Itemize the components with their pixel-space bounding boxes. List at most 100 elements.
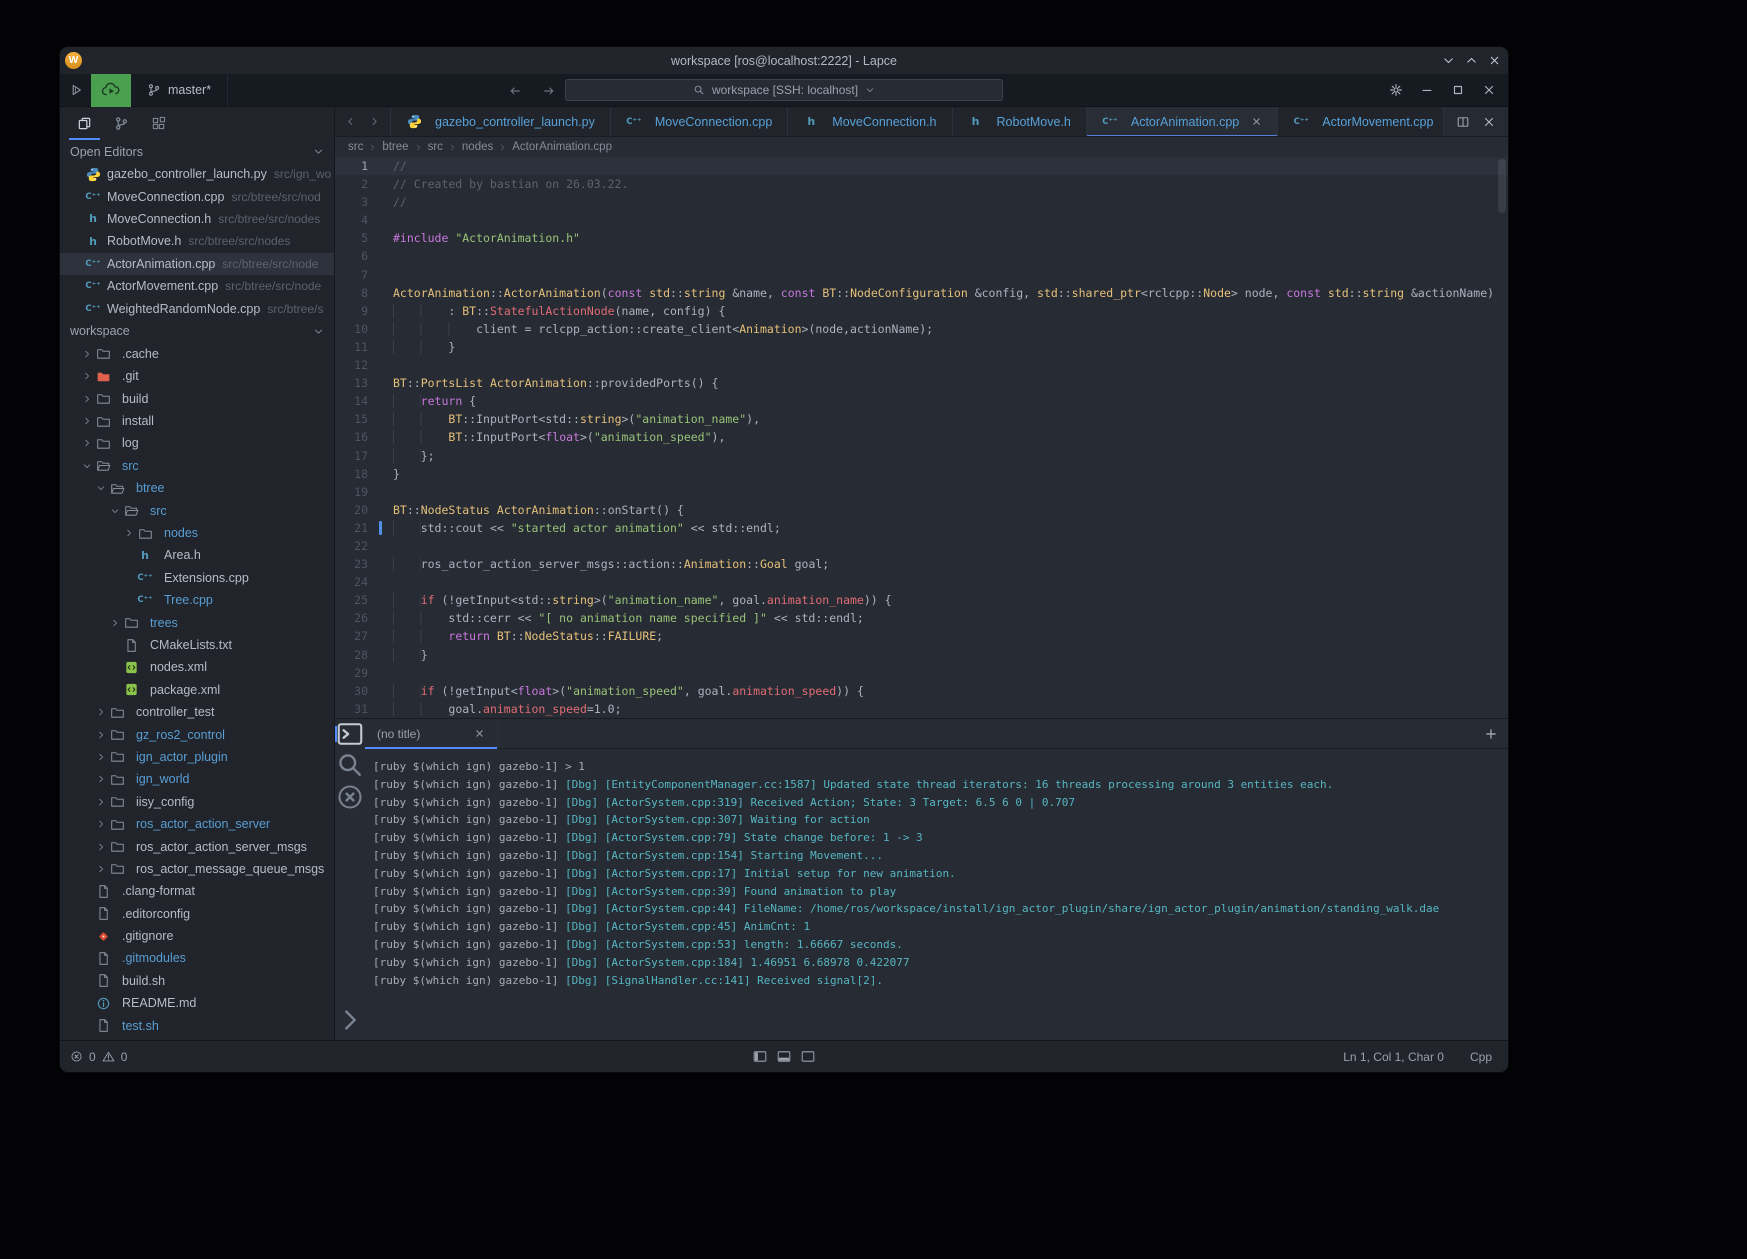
editor-tab[interactable]: hRobotMove.h [952,107,1086,136]
activity-files-icon[interactable] [66,107,103,140]
chevron-right-icon[interactable] [82,416,95,426]
run-icon[interactable] [60,74,91,107]
chevron-right-icon[interactable] [96,730,109,740]
open-editor-item[interactable]: hRobotMove.hsrc/btree/src/nodes [60,230,334,252]
open-editor-item[interactable]: C⁺⁺ActorMovement.cppsrc/btree/src/node [60,275,334,297]
tree-item[interactable]: controller_test [60,701,334,723]
titlebar[interactable]: W workspace [ros@localhost:2222] - Lapce [60,47,1508,74]
tree-item[interactable]: .git [60,365,334,387]
tree-item[interactable]: .clang-format [60,880,334,902]
code-line[interactable]: 8ActorAnimation::ActorAnimation(const st… [335,284,1508,302]
tree-item[interactable]: gz_ros2_control [60,723,334,745]
code-line[interactable]: 6 [335,247,1508,265]
tree-item[interactable]: .cache [60,343,334,365]
code-line[interactable]: 3// [335,193,1508,211]
code-line[interactable]: 16 BT::InputPort<float>("animation_speed… [335,428,1508,446]
tree-item[interactable]: .gitignore [60,925,334,947]
chevron-right-icon[interactable] [124,528,137,538]
chevron-right-icon[interactable] [82,371,95,381]
chevron-right-icon[interactable] [96,774,109,784]
open-editor-item[interactable]: C⁺⁺WeightedRandomNode.cppsrc/btree/s [60,297,334,319]
code-line[interactable]: 1// [335,157,1508,175]
warning-count[interactable]: 0 [121,1050,128,1064]
chevron-right-icon[interactable] [82,349,95,359]
panel-search-icon[interactable] [335,749,365,781]
close-icon[interactable] [1251,116,1262,127]
error-count[interactable]: 0 [89,1050,96,1064]
tree-item[interactable]: README.md [60,992,334,1014]
nav-back-icon[interactable] [502,74,528,107]
tab-scroll-left-icon[interactable] [345,116,356,127]
terminal-tab[interactable]: (no title) [365,719,498,748]
tree-item[interactable]: C⁺⁺Tree.cpp [60,589,334,611]
open-editor-item[interactable]: C⁺⁺MoveConnection.cppsrc/btree/src/nod [60,185,334,207]
tree-item[interactable]: nodes [60,522,334,544]
tree-item[interactable]: src [60,455,334,477]
editor-tab[interactable]: hMoveConnection.h [787,107,951,136]
terminal-output[interactable]: [ruby $(which ign) gazebo-1] > 1[ruby $(… [365,749,1508,1040]
toolbar-gear-icon[interactable] [1380,74,1411,107]
nav-forward-icon[interactable] [536,74,562,107]
titlebar-close-icon[interactable] [1483,47,1506,74]
code-line[interactable]: 15 BT::InputPort<std::string>("animation… [335,410,1508,428]
code-line[interactable]: 21 std::cout << "started actor animation… [335,519,1508,537]
layout-left-toggle-icon[interactable] [753,1049,768,1064]
code-line[interactable]: 14 return { [335,392,1508,410]
editor-tab[interactable]: C⁺⁺ActorMovement.cpp [1277,107,1443,136]
editor-tab[interactable]: C⁺⁺MoveConnection.cpp [610,107,787,136]
code-line[interactable]: 30 if (!getInput<float>("animation_speed… [335,682,1508,700]
editor-scrollbar[interactable] [1498,159,1506,213]
warnings-icon[interactable] [102,1050,115,1063]
code-line[interactable]: 23 ros_actor_action_server_msgs::action:… [335,555,1508,573]
breadcrumb-item[interactable]: nodes [462,141,493,153]
editor-tab[interactable]: gazebo_controller_launch.py [390,107,610,136]
chevron-down-icon[interactable] [313,146,324,157]
code-line[interactable]: 19 [335,483,1508,501]
chevron-right-icon[interactable] [110,618,123,628]
tree-item[interactable]: src [60,499,334,521]
tree-item[interactable]: install [60,410,334,432]
tree-item[interactable]: log [60,432,334,454]
workspace-header[interactable]: workspace [60,320,334,343]
new-terminal-button[interactable] [1484,719,1508,748]
code-line[interactable]: 12 [335,356,1508,374]
chevron-right-icon[interactable] [82,394,95,404]
layout-bottom-toggle-icon[interactable] [777,1049,792,1064]
code-line[interactable]: 27 return BT::NodeStatus::FAILURE; [335,627,1508,645]
split-editor-icon[interactable] [1452,115,1474,129]
code-line[interactable]: 25 if (!getInput<std::string>("animation… [335,591,1508,609]
code-line[interactable]: 22 [335,537,1508,555]
code-line[interactable]: 24 [335,573,1508,591]
chevron-right-icon[interactable] [96,842,109,852]
tree-item[interactable]: iisy_config [60,791,334,813]
breadcrumb-item[interactable]: src [348,141,363,153]
panel-terminal-icon[interactable] [335,719,365,749]
tree-item[interactable]: test.sh [60,1014,334,1036]
chevron-right-icon[interactable] [96,752,109,762]
chevron-down-icon[interactable] [313,326,324,337]
tree-item[interactable]: .editorconfig [60,903,334,925]
code-line[interactable]: 4 [335,211,1508,229]
tree-item[interactable]: ros_actor_action_server [60,813,334,835]
chevron-right-icon[interactable] [96,707,109,717]
code-line[interactable]: 29 [335,664,1508,682]
toolbar-minimize-icon[interactable] [1411,74,1442,107]
tree-item[interactable]: btree [60,477,334,499]
toolbar-close-icon[interactable] [1473,74,1504,107]
code-line[interactable]: 18} [335,465,1508,483]
tree-item[interactable]: ros_actor_message_queue_msgs [60,858,334,880]
tree-item[interactable]: ign_world [60,768,334,790]
layout-right-toggle-icon[interactable] [801,1049,816,1064]
panel-error-circle-icon[interactable] [335,781,365,813]
open-editor-item[interactable]: hMoveConnection.hsrc/btree/src/nodes [60,208,334,230]
breadcrumb-item[interactable]: src [428,141,443,153]
chevron-down-icon[interactable] [82,461,95,471]
errors-icon[interactable] [70,1050,83,1063]
chevron-down-icon[interactable] [110,506,123,516]
tree-item[interactable]: hArea.h [60,544,334,566]
code-line[interactable]: 9 : BT::StatefulActionNode(name, config)… [335,302,1508,320]
panel-chevron-right-icon[interactable] [335,1004,365,1036]
language-mode[interactable]: Cpp [1470,1050,1492,1064]
tree-item[interactable]: build [60,388,334,410]
code-line[interactable]: 26 std::cerr << "[ no animation name spe… [335,609,1508,627]
